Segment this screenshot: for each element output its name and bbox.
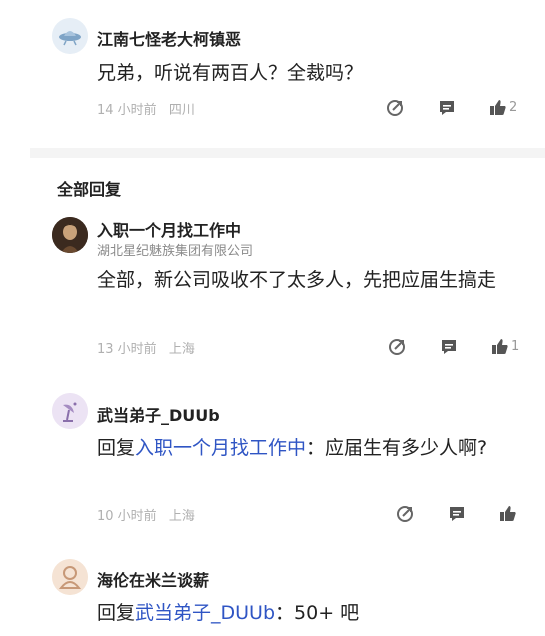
timestamp: 14 小时前: [97, 103, 157, 118]
user-name[interactable]: 海伦在米兰谈薪: [97, 567, 209, 591]
like-button[interactable]: [499, 505, 519, 522]
reply-content: ：应届生有多少人啊?: [306, 437, 488, 459]
comment-bubble-icon[interactable]: [436, 98, 458, 118]
reply-meta: 10 小时前 上海: [97, 505, 195, 524]
reply-content: ：50+ 吧: [275, 602, 360, 624]
thumbs-up-icon: [500, 506, 516, 521]
ufo-avatar-icon: [52, 18, 88, 54]
reply-target-link[interactable]: 入职一个月找工作中: [135, 437, 306, 459]
comment-bubble-icon[interactable]: [438, 337, 460, 357]
timestamp: 13 小时前: [97, 342, 157, 357]
comment-bubble-icon[interactable]: [446, 504, 468, 524]
like-count: 2: [509, 100, 518, 115]
portrait-avatar-icon: [52, 217, 88, 253]
like-button[interactable]: 2: [489, 99, 517, 116]
thumbs-up-icon: [492, 339, 508, 354]
share-edit-icon[interactable]: [394, 504, 416, 524]
reply-meta: 13 小时前 上海: [97, 338, 195, 357]
avatar[interactable]: [52, 217, 88, 253]
share-edit-icon[interactable]: [384, 98, 406, 118]
company-label: 湖北星纪魅族集团有限公司: [97, 244, 254, 259]
thumbs-up-icon: [490, 100, 506, 115]
avatar[interactable]: [52, 18, 88, 54]
like-count: 1: [511, 339, 520, 354]
person-avatar-icon: [52, 559, 88, 595]
timestamp: 10 小时前: [97, 509, 157, 524]
location: 上海: [168, 509, 195, 524]
reply-text: 回复入职一个月找工作中：应届生有多少人啊?: [97, 433, 527, 464]
reply-text: 全部，新公司吸收不了太多人，先把应届生搞走: [97, 269, 497, 291]
user-name[interactable]: 武当弟子_DUUb: [97, 402, 220, 426]
section-title: 全部回复: [57, 180, 122, 199]
location: 四川: [168, 103, 195, 118]
user-name[interactable]: 江南七怪老大柯镇恶: [97, 26, 241, 50]
comment-meta: 14 小时前 四川: [97, 99, 195, 118]
reply-prefix: 回复: [97, 602, 136, 624]
location: 上海: [168, 342, 195, 357]
avatar[interactable]: [52, 559, 88, 595]
like-button[interactable]: 1: [491, 338, 519, 355]
reply-text: 回复武当弟子_DUUb：50+ 吧: [97, 598, 527, 629]
comment-text: 兄弟，听说有两百人？全裁吗？: [97, 62, 364, 84]
user-name[interactable]: 入职一个月找工作中: [97, 217, 241, 241]
dish-avatar-icon: [52, 393, 88, 429]
share-edit-icon[interactable]: [386, 337, 408, 357]
reply-prefix: 回复: [97, 437, 136, 459]
section-divider: [30, 148, 545, 158]
avatar[interactable]: [52, 393, 88, 429]
reply-target-link[interactable]: 武当弟子_DUUb: [135, 602, 275, 624]
